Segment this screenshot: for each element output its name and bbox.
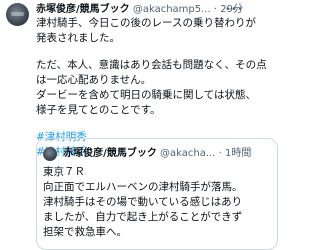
text-line: は一応心配ありません。 [36,74,152,86]
more-options-icon[interactable]: ••• [225,3,244,17]
text-line: ただ、本人、意識はあり会話も問題なく、その点 [36,59,267,71]
text-line: 津村騎手、今日この後のレースの乗り替わりが [36,17,256,29]
quoted-avatar [43,147,57,161]
text-line: 発表されました。 [36,32,120,44]
quoted-tweet[interactable]: 赤塚俊彦/競馬ブック @akacha... · 1時間 東京７Ｒ 向正面でエルハ… [36,138,278,250]
quoted-tweet-header: 赤塚俊彦/競馬ブック @akacha... · 1時間 [43,147,277,161]
text-line: 担架で救急車へ。 [43,226,127,238]
quoted-tweet-text: 東京７Ｒ 向正面でエルハーベンの津村騎手が落馬。 津村騎手はその場で動いている感… [43,165,277,240]
separator-dot: · [218,148,222,159]
quoted-display-name: 赤塚俊彦/競馬ブック [63,148,157,159]
quoted-user-handle: @akacha... [160,148,216,159]
tweet[interactable]: 赤塚俊彦/競馬ブック @akachamp5... · 29分 ••• 津村騎手、… [0,0,278,250]
text-line: ダービーを含めて明日の騎乗に関しては状態、 [36,89,256,101]
tweet-header: 赤塚俊彦/競馬ブック @akachamp5... · 29分 ••• [36,3,246,17]
text-line: 様子を見てとのことです。 [36,104,161,116]
user-handle[interactable]: @akachamp5... [133,4,211,15]
avatar[interactable] [6,3,29,26]
text-line: 津村騎手はその場で動いている感じはあり [43,196,243,208]
text-line: 東京７Ｒ [43,166,85,178]
text-line: 向正面でエルハーベンの津村騎手が落馬。 [43,181,243,193]
text-line: ましたが、自力で起き上がることができず [43,211,243,223]
quoted-timestamp: 1時間 [224,148,252,159]
separator-dot: · [213,4,218,15]
display-name[interactable]: 赤塚俊彦/競馬ブック [36,4,130,15]
